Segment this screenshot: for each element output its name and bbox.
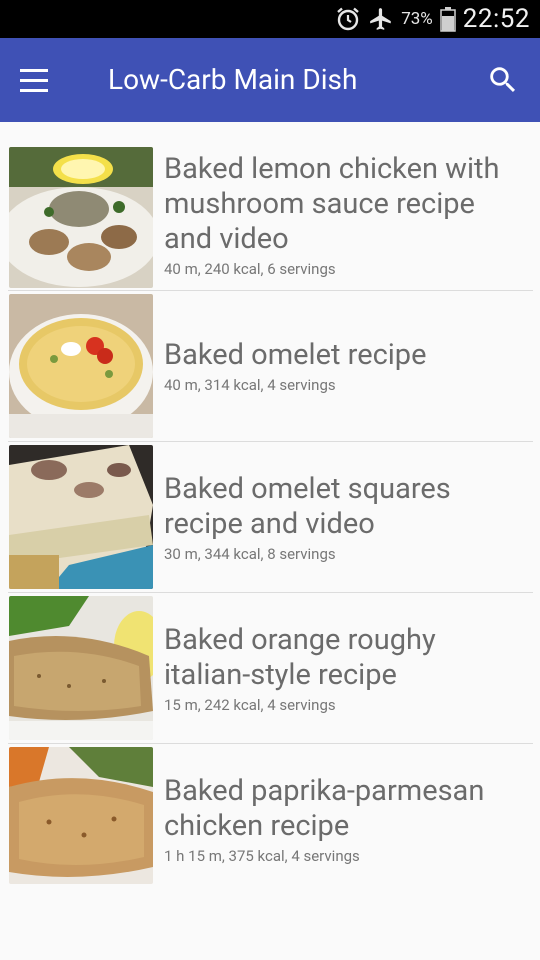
recipe-text: Baked omelet squares recipe and video 30… xyxy=(164,472,525,563)
status-icons: 73% 22:52 xyxy=(335,0,530,38)
recipe-text: Baked paprika-parmesan chicken recipe 1 … xyxy=(164,774,525,865)
list-item[interactable]: Baked omelet recipe 40 m, 314 kcal, 4 se… xyxy=(8,291,533,442)
airplane-mode-icon xyxy=(368,6,394,32)
page-title: Low-Carb Main Dish xyxy=(108,63,358,96)
recipe-thumbnail xyxy=(9,147,153,288)
recipe-title: Baked paprika-parmesan chicken recipe xyxy=(164,774,485,843)
recipe-meta: 1 h 15 m, 375 kcal, 4 servings xyxy=(164,847,360,865)
clock: 22:52 xyxy=(462,4,530,34)
recipe-thumbnail xyxy=(9,294,153,438)
recipe-meta: 40 m, 314 kcal, 4 servings xyxy=(164,376,336,394)
recipe-meta: 30 m, 344 kcal, 8 servings xyxy=(164,545,336,563)
recipe-title: Baked lemon chicken with mushroom sauce … xyxy=(164,152,500,256)
list-item[interactable]: Baked omelet squares recipe and video 30… xyxy=(8,442,533,593)
recipe-thumbnail xyxy=(9,747,153,884)
search-icon[interactable] xyxy=(486,63,520,97)
status-bar: 73% 22:52 xyxy=(0,0,540,38)
recipe-title: Baked omelet squares recipe and video xyxy=(164,472,451,541)
app-bar: Low-Carb Main Dish xyxy=(0,38,540,122)
list-item[interactable]: Baked orange roughy italian-style recipe… xyxy=(8,593,533,744)
recipe-meta: 15 m, 242 kcal, 4 servings xyxy=(164,696,336,714)
alarm-icon xyxy=(335,6,361,32)
recipe-title: Baked omelet recipe xyxy=(164,338,427,372)
recipe-thumbnail xyxy=(9,596,153,740)
recipe-text: Baked lemon chicken with mushroom sauce … xyxy=(164,152,525,278)
menu-icon[interactable] xyxy=(20,62,60,98)
recipe-title: Baked orange roughy italian-style recipe xyxy=(164,623,436,692)
list-item[interactable]: Baked lemon chicken with mushroom sauce … xyxy=(8,144,533,291)
recipe-text: Baked omelet recipe 40 m, 314 kcal, 4 se… xyxy=(164,338,525,394)
battery-percentage: 73% xyxy=(401,9,433,29)
recipe-meta: 40 m, 240 kcal, 6 servings xyxy=(164,260,336,278)
list-item[interactable]: Baked paprika-parmesan chicken recipe 1 … xyxy=(8,744,533,895)
recipe-text: Baked orange roughy italian-style recipe… xyxy=(164,623,525,714)
battery-icon xyxy=(440,6,456,32)
recipe-thumbnail xyxy=(9,445,153,589)
